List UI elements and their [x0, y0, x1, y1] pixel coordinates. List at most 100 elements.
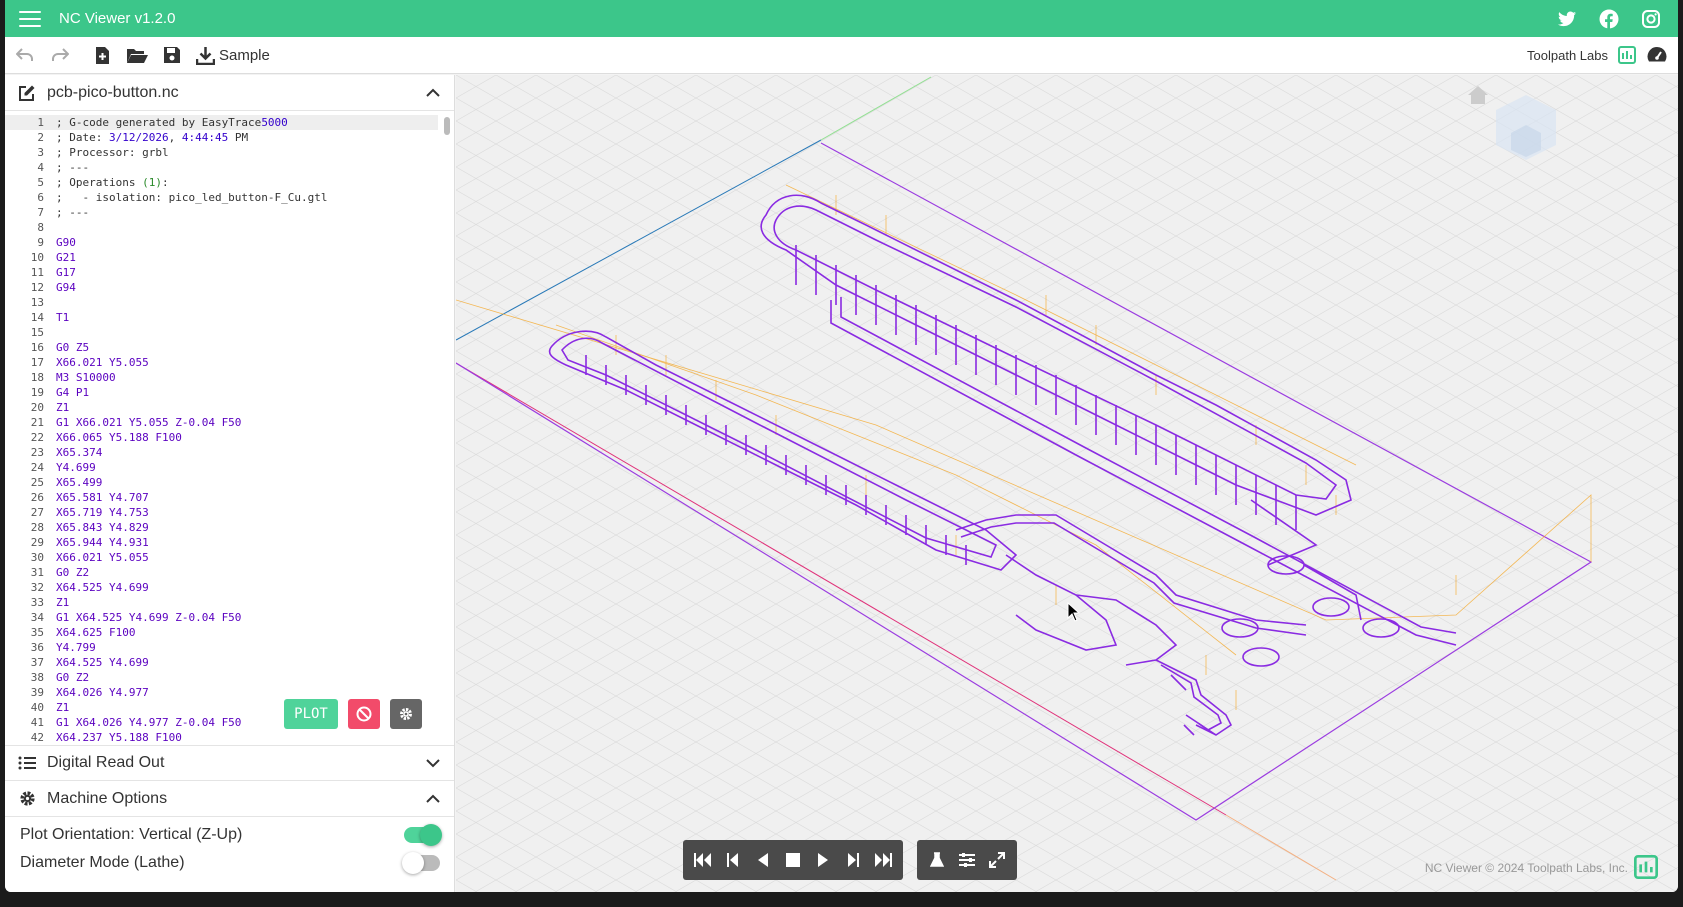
code-line[interactable]: ; Date: 3/12/2026, 4:44:45 PM: [50, 130, 438, 145]
line-number: 17: [30, 356, 44, 369]
code-line[interactable]: ; ---: [50, 205, 438, 220]
dro-panel-header[interactable]: Digital Read Out: [5, 745, 454, 781]
code-line[interactable]: X64.525 Y4.699: [50, 655, 438, 670]
facebook-icon[interactable]: [1598, 8, 1620, 30]
chevron-down-icon[interactable]: [424, 754, 442, 772]
code-line[interactable]: G17: [50, 265, 438, 280]
code-line[interactable]: G0 Z5: [50, 340, 438, 355]
flask-icon[interactable]: [923, 846, 951, 874]
line-number: 13: [30, 296, 44, 309]
plot-settings-button[interactable]: [390, 699, 422, 729]
code-line[interactable]: X64.525 Y4.699: [50, 580, 438, 595]
sample-button[interactable]: Sample: [192, 40, 274, 70]
ban-icon: [356, 706, 372, 722]
save-file-button[interactable]: [157, 40, 187, 70]
toolpath-labs-logo-icon[interactable]: [1618, 46, 1636, 64]
3d-viewport[interactable]: NC Viewer © 2024 Toolpath Labs, Inc.: [456, 75, 1678, 892]
mouse-cursor-icon: [1067, 602, 1081, 622]
code-line[interactable]: X65.719 Y4.753: [50, 505, 438, 520]
social-links: [1556, 8, 1662, 30]
open-file-button[interactable]: [122, 40, 152, 70]
line-number: 22: [30, 431, 44, 444]
code-line[interactable]: G1 X64.525 Y4.699 Z-0.04 F50: [50, 610, 438, 625]
line-number: 20: [30, 401, 44, 414]
code-line[interactable]: M3 S10000: [50, 370, 438, 385]
code-line[interactable]: [50, 295, 438, 310]
code-line[interactable]: G21: [50, 250, 438, 265]
redo-button[interactable]: [45, 40, 75, 70]
code-line[interactable]: X66.021 Y5.055: [50, 550, 438, 565]
line-number: 37: [30, 656, 44, 669]
code-line[interactable]: X65.843 Y4.829: [50, 520, 438, 535]
line-number: 15: [30, 326, 44, 339]
code-line[interactable]: Z1: [50, 400, 438, 415]
code-line[interactable]: ; Processor: grbl: [50, 145, 438, 160]
code-line[interactable]: X64.625 F100: [50, 625, 438, 640]
code-line[interactable]: [50, 220, 438, 235]
chevron-up-icon[interactable]: [424, 84, 442, 102]
line-number: 23: [30, 446, 44, 459]
code-lines[interactable]: ; G-code generated by EasyTrace5000; Dat…: [50, 115, 438, 745]
line-number: 2: [37, 131, 44, 144]
code-line[interactable]: X64.237 Y5.188 F100: [50, 730, 438, 745]
code-line[interactable]: X66.021 Y5.055: [50, 355, 438, 370]
line-number: 35: [30, 626, 44, 639]
code-line[interactable]: X66.065 Y5.188 F100: [50, 430, 438, 445]
line-number: 29: [30, 536, 44, 549]
code-line[interactable]: X65.944 Y4.931: [50, 535, 438, 550]
editor-scrollbar-thumb[interactable]: [444, 117, 450, 135]
cancel-plot-button[interactable]: [348, 699, 380, 729]
code-line[interactable]: T1: [50, 310, 438, 325]
line-number: 1: [5, 115, 50, 130]
code-line[interactable]: Y4.699: [50, 460, 438, 475]
code-line[interactable]: G0 Z2: [50, 670, 438, 685]
instagram-icon[interactable]: [1640, 8, 1662, 30]
skip-to-start-button[interactable]: [689, 846, 717, 874]
code-line[interactable]: G0 Z2: [50, 565, 438, 580]
menu-icon[interactable]: [19, 10, 41, 27]
code-line[interactable]: G4 P1: [50, 385, 438, 400]
code-line[interactable]: Y4.799: [50, 640, 438, 655]
code-line[interactable]: X64.026 Y4.977: [50, 685, 438, 700]
toolpath-labs-logo-icon[interactable]: [1634, 855, 1658, 879]
editor-scrollbar[interactable]: [443, 114, 451, 740]
code-line[interactable]: G90: [50, 235, 438, 250]
download-icon: [196, 46, 215, 65]
step-back-button[interactable]: [719, 846, 747, 874]
file-panel-header[interactable]: pcb-pico-button.nc: [5, 75, 454, 111]
line-number: 3: [37, 146, 44, 159]
code-line[interactable]: ; Operations (1):: [50, 175, 438, 190]
code-line[interactable]: Z1: [50, 595, 438, 610]
skip-to-end-button[interactable]: [869, 846, 897, 874]
line-number: 12: [30, 281, 44, 294]
stop-button[interactable]: [779, 846, 807, 874]
chevron-up-icon[interactable]: [424, 790, 442, 808]
dashboard-icon[interactable]: [1646, 45, 1668, 65]
code-line[interactable]: X65.499: [50, 475, 438, 490]
plot-button[interactable]: PLOT: [284, 699, 338, 729]
code-line[interactable]: G1 X66.021 Y5.055 Z-0.04 F50: [50, 415, 438, 430]
code-line[interactable]: [50, 325, 438, 340]
toolpath-scene[interactable]: [456, 75, 1678, 892]
code-line[interactable]: ; - isolation: pico_led_button-F_Cu.gtl: [50, 190, 438, 205]
step-forward-button[interactable]: [839, 846, 867, 874]
machine-options-header[interactable]: Machine Options: [5, 781, 454, 817]
code-line[interactable]: ; G-code generated by EasyTrace5000: [50, 115, 438, 130]
view-tools-group: [917, 840, 1017, 880]
fullscreen-icon[interactable]: [983, 846, 1011, 874]
twitter-icon[interactable]: [1556, 8, 1578, 30]
play-reverse-button[interactable]: [749, 846, 777, 874]
plot-orientation-toggle[interactable]: [404, 824, 442, 846]
code-line[interactable]: G94: [50, 280, 438, 295]
play-button[interactable]: [809, 846, 837, 874]
sliders-icon[interactable]: [953, 846, 981, 874]
brand-label[interactable]: Toolpath Labs: [1527, 48, 1608, 63]
code-editor[interactable]: 1 2 3 4 5 6 7 8 9 10 11 12 13 14 15 16 17 18 19 20 21 22 23 24 2…: [5, 111, 454, 745]
new-file-button[interactable]: [87, 40, 117, 70]
diameter-mode-toggle[interactable]: [402, 852, 440, 874]
code-line[interactable]: X65.581 Y4.707: [50, 490, 438, 505]
dro-panel-title: Digital Read Out: [47, 754, 165, 771]
undo-button[interactable]: [10, 40, 40, 70]
code-line[interactable]: ; ---: [50, 160, 438, 175]
code-line[interactable]: X65.374: [50, 445, 438, 460]
